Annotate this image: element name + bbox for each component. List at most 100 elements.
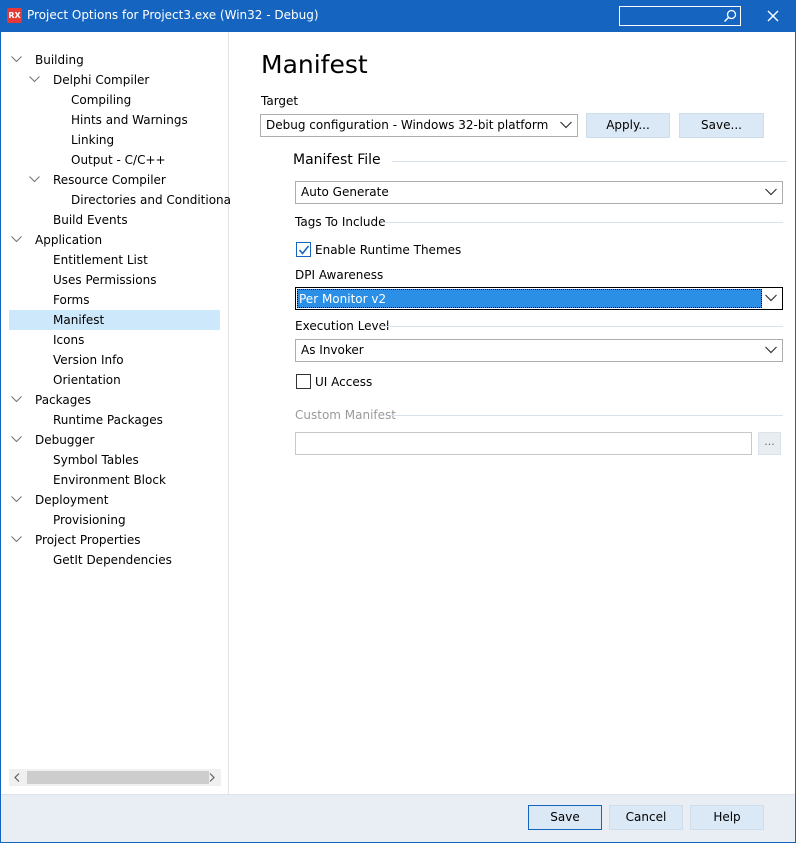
- tree-item-label: Linking: [71, 133, 115, 147]
- custom-manifest-divider: [390, 415, 783, 416]
- expand-chevron-icon[interactable]: [11, 436, 22, 443]
- custom-manifest-input[interactable]: [295, 432, 752, 455]
- browse-manifest-button[interactable]: ...: [758, 432, 781, 455]
- expand-chevron-icon[interactable]: [11, 396, 22, 403]
- custom-manifest-label: Custom Manifest: [295, 408, 396, 422]
- tree-item-building[interactable]: Building: [11, 50, 84, 70]
- tree-item-label: Orientation: [53, 373, 121, 387]
- window-title: Project Options for Project3.exe (Win32 …: [27, 8, 319, 22]
- dpi-awareness-combobox[interactable]: Per Monitor v2: [295, 287, 783, 310]
- horizontal-scrollbar[interactable]: [9, 769, 221, 786]
- execution-level-combobox[interactable]: As Invoker: [295, 339, 783, 362]
- checkmark-icon: [298, 245, 310, 255]
- tree-item-build-events[interactable]: Build Events: [53, 210, 128, 230]
- cancel-button[interactable]: Cancel: [609, 805, 683, 830]
- close-button[interactable]: [760, 5, 786, 27]
- tree-item-manifest[interactable]: Manifest: [9, 310, 220, 330]
- tree-item-label: Provisioning: [53, 513, 126, 527]
- tags-to-include-label: Tags To Include: [295, 215, 386, 229]
- expand-chevron-icon[interactable]: [11, 536, 22, 543]
- options-tree[interactable]: Building Delphi Compiler Compiling Hints an…: [0, 32, 241, 794]
- tree-item-label: Symbol Tables: [53, 453, 139, 467]
- save-button[interactable]: Save: [528, 805, 602, 830]
- tree-item-label: Build Events: [53, 213, 128, 227]
- ui-access-checkbox[interactable]: [296, 374, 311, 389]
- search-icon: [723, 9, 737, 23]
- tree-item-runtime-packages[interactable]: Runtime Packages: [53, 410, 163, 430]
- tree-item-project-properties[interactable]: Project Properties: [11, 530, 141, 550]
- tree-item-environment-block[interactable]: Environment Block: [53, 470, 166, 490]
- execution-level-divider: [380, 326, 783, 327]
- tree-item-uses-permissions[interactable]: Uses Permissions: [53, 270, 156, 290]
- scroll-right-button[interactable]: [204, 769, 221, 786]
- manifest-file-combobox[interactable]: Auto Generate: [295, 181, 783, 204]
- tree-item-label: Icons: [53, 333, 85, 347]
- tree-item-debugger[interactable]: Debugger: [11, 430, 95, 450]
- ui-access-label[interactable]: UI Access: [315, 375, 372, 389]
- tree-item-output-c-c[interactable]: Output - C/C++: [71, 150, 166, 170]
- tree-item-label: Application: [35, 233, 103, 247]
- chevron-down-icon: [765, 294, 777, 302]
- tree-item-entitlement-list[interactable]: Entitlement List: [53, 250, 148, 270]
- help-button[interactable]: Help: [690, 805, 764, 830]
- tree-item-label: Deployment: [35, 493, 109, 507]
- dpi-awareness-label: DPI Awareness: [295, 268, 384, 282]
- tree-item-hints-and-warnings[interactable]: Hints and Warnings: [71, 110, 188, 130]
- tree-item-label: Runtime Packages: [53, 413, 163, 427]
- execution-level-value: As Invoker: [301, 343, 364, 357]
- tree-item-label: Resource Compiler: [53, 173, 166, 187]
- enable-runtime-themes-checkbox[interactable]: [296, 242, 311, 257]
- chevron-down-icon: [765, 188, 777, 196]
- dpi-awareness-value: Per Monitor v2: [297, 289, 762, 308]
- tree-item-compiling[interactable]: Compiling: [71, 90, 131, 110]
- tree-item-directories-and-conditionals[interactable]: Directories and Conditionals: [71, 190, 241, 210]
- expand-chevron-icon[interactable]: [29, 176, 40, 183]
- title-search-box[interactable]: [619, 6, 741, 26]
- manifest-page: Manifest Target Debug configuration - Wi…: [230, 32, 796, 794]
- enable-runtime-themes-label[interactable]: Enable Runtime Themes: [315, 243, 461, 257]
- app-logo-icon: RX: [7, 8, 22, 23]
- scrollbar-thumb[interactable]: [27, 771, 209, 784]
- apply-button[interactable]: Apply...: [586, 113, 670, 138]
- tree-item-label: GetIt Dependencies: [53, 553, 172, 567]
- tree-item-icons[interactable]: Icons: [53, 330, 84, 350]
- chevron-down-icon: [765, 346, 777, 354]
- tree-item-label: Forms: [53, 293, 90, 307]
- expand-chevron-icon[interactable]: [29, 76, 40, 83]
- tree-item-provisioning[interactable]: Provisioning: [53, 510, 126, 530]
- tree-item-symbol-tables[interactable]: Symbol Tables: [53, 450, 139, 470]
- chevron-down-icon: [560, 121, 572, 129]
- tree-item-deployment[interactable]: Deployment: [11, 490, 109, 510]
- manifest-file-label: Manifest File: [293, 152, 381, 168]
- tree-item-application[interactable]: Application: [11, 230, 103, 250]
- title-bar[interactable]: RX Project Options for Project3.exe (Win…: [0, 0, 796, 32]
- target-label: Target: [261, 94, 299, 108]
- tree-item-label: Environment Block: [53, 473, 166, 487]
- tree-item-label: Building: [35, 53, 84, 67]
- tree-item-linking[interactable]: Linking: [71, 130, 114, 150]
- tree-item-label: Packages: [35, 393, 91, 407]
- execution-level-label: Execution Level: [295, 319, 390, 333]
- tree-item-delphi-compiler[interactable]: Delphi Compiler: [29, 70, 150, 90]
- tree-item-label: Manifest: [53, 313, 105, 327]
- chevron-right-icon: [209, 773, 215, 782]
- expand-chevron-icon[interactable]: [11, 496, 22, 503]
- tree-item-label: Hints and Warnings: [71, 113, 188, 127]
- expand-chevron-icon[interactable]: [11, 236, 22, 243]
- tree-item-forms[interactable]: Forms: [53, 290, 89, 310]
- save-target-button[interactable]: Save...: [679, 113, 764, 138]
- tree-item-label: Debugger: [35, 433, 95, 447]
- manifest-file-value: Auto Generate: [301, 185, 389, 199]
- tags-divider: [382, 222, 783, 223]
- tree-item-label: Delphi Compiler: [53, 73, 150, 87]
- target-combobox[interactable]: Debug configuration - Windows 32-bit pla…: [260, 114, 578, 137]
- tree-item-orientation[interactable]: Orientation: [53, 370, 121, 390]
- target-value: Debug configuration - Windows 32-bit pla…: [266, 118, 549, 132]
- tree-item-label: Compiling: [71, 93, 132, 107]
- tree-item-version-info[interactable]: Version Info: [53, 350, 124, 370]
- expand-chevron-icon[interactable]: [11, 56, 22, 63]
- tree-item-resource-compiler[interactable]: Resource Compiler: [29, 170, 166, 190]
- tree-item-getit-dependencies[interactable]: GetIt Dependencies: [53, 550, 172, 570]
- scroll-left-button[interactable]: [9, 769, 26, 786]
- tree-item-packages[interactable]: Packages: [11, 390, 91, 410]
